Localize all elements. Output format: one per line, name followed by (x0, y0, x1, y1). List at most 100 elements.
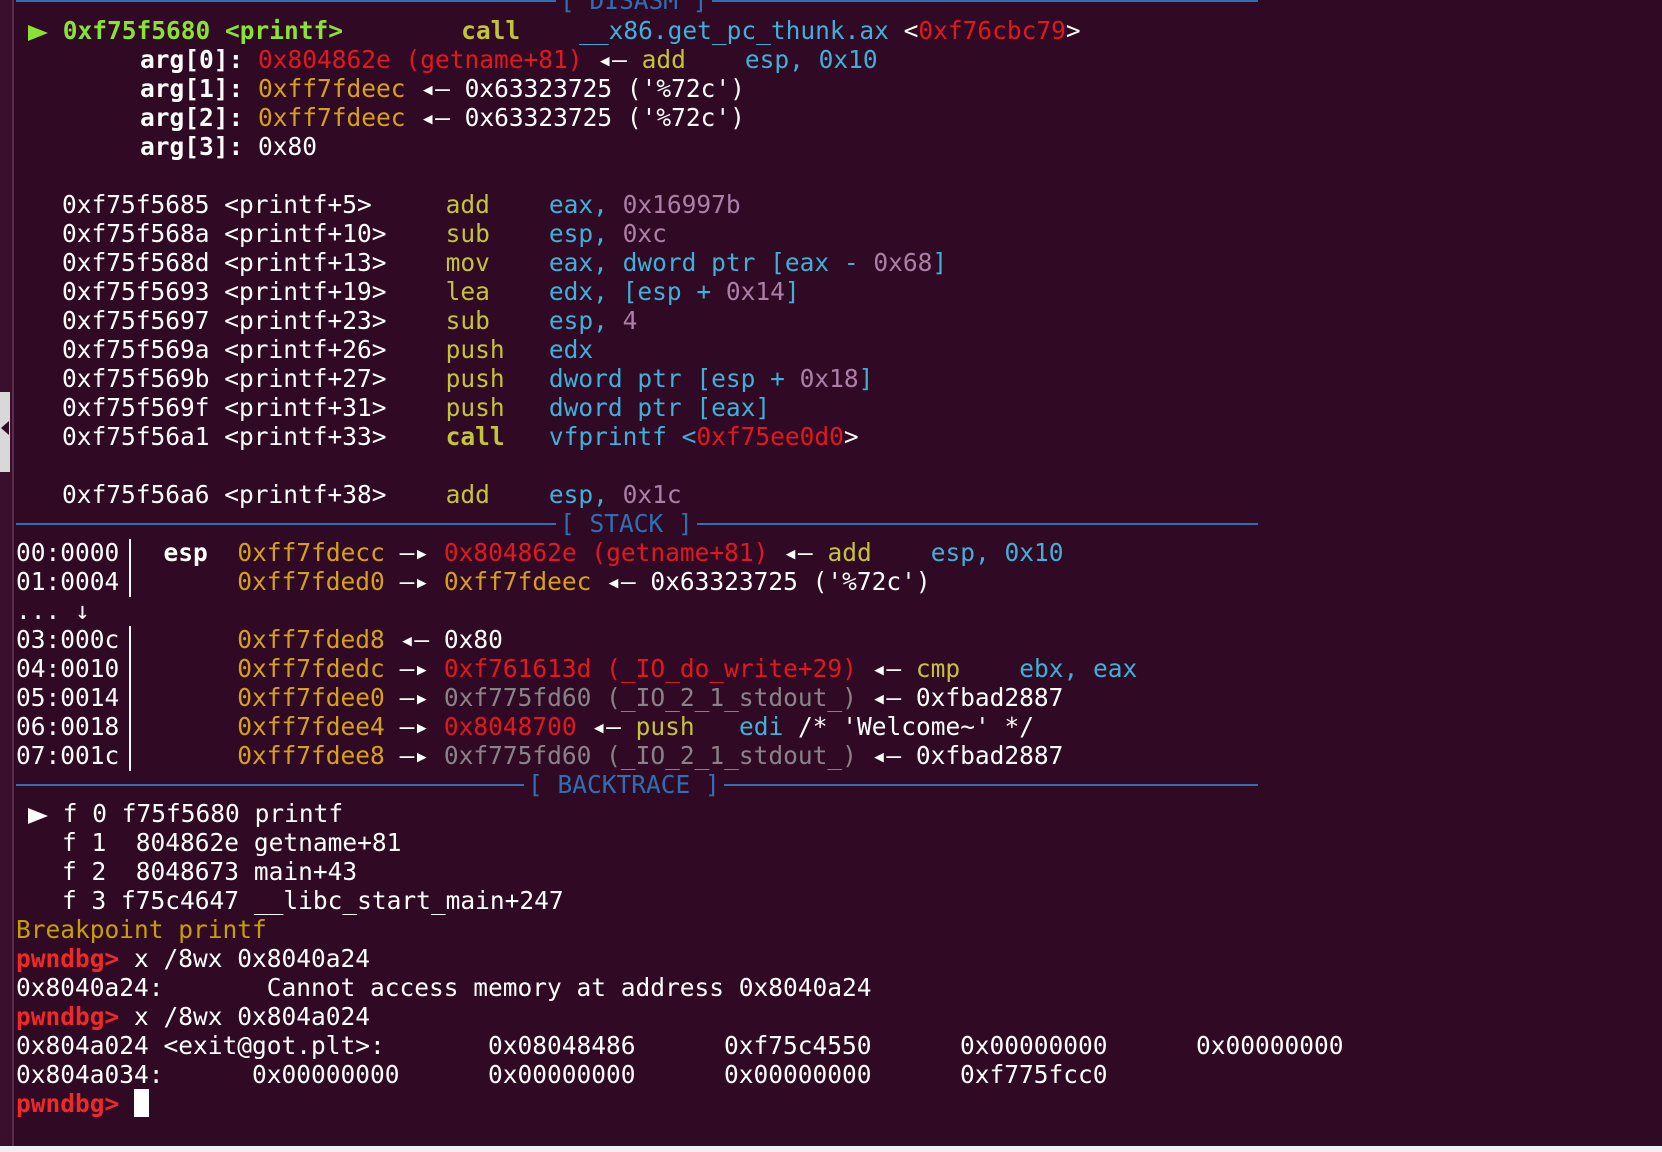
stack-address: 0xff7fdee8 (237, 741, 385, 770)
frame-address: f75f5680 (121, 799, 240, 828)
instr-immediate: 0x68 (873, 248, 933, 277)
instruction-row: 0xf75f5685 <printf+5> add eax, 0x16997b (62, 190, 741, 219)
arg-deref: 0x63323725 ('%72c') (464, 74, 745, 103)
instr-address: 0xf75f568d (62, 248, 210, 277)
arg-row: arg[2]: 0xff7fdeec ◂— 0x63323725 ('%72c'… (140, 103, 745, 132)
stack-skip-row: ... ↓ (16, 596, 90, 625)
backtrace-frame: f 0 f75f5680 printf (28, 799, 343, 828)
output-line: 0x804a034: 0x00000000 0x00000000 0x00000… (16, 1060, 1108, 1089)
stack-address: 0xff7fdedc (237, 654, 385, 683)
instr-immediate: 4 (607, 306, 638, 335)
frame-symbol: printf (254, 799, 344, 828)
text-cursor[interactable] (134, 1089, 150, 1117)
stack-comment: /* 'Welcome~' */ (783, 712, 1034, 741)
instr-address: 0xf75f56a1 (62, 422, 210, 451)
gt: > (1065, 16, 1081, 45)
instr-address: 0xf75f5685 (62, 190, 210, 219)
instr-address: 0xf75f568a (62, 219, 210, 248)
frame-number: f 0 (62, 799, 108, 828)
frame-number: f 3 (62, 886, 107, 915)
instr-opcode: add (445, 480, 490, 509)
instr-symbol: <printf+27> (224, 364, 387, 393)
instruction-row: 0xf75f568d <printf+13> mov eax, dword pt… (62, 248, 947, 277)
right-arrow-icon: —▸ (399, 567, 430, 596)
frame-address: f75c4647 (121, 886, 240, 915)
current-address: 0xf75f5680 (62, 16, 211, 45)
instr-symbol: <printf+31> (224, 393, 387, 422)
backtrace-header: [ BACKTRACE ] (524, 770, 724, 799)
current-opcode: call (461, 16, 521, 45)
frame-address: 8048673 (121, 857, 240, 886)
terminal[interactable]: [ DISASM ] 0xf75f5680 <printf> call __x8… (16, 0, 1656, 1146)
prompt: pwndbg> (16, 1089, 120, 1118)
current-symbol: <printf> (225, 16, 344, 45)
command-line: pwndbg> x /8wx 0x804a024 (16, 1002, 370, 1031)
stack-ellipsis: ... (16, 596, 61, 625)
stack-row: 05:0014 0xff7fdee0 —▸ 0xf775fd60 (_IO_2_… (16, 683, 1063, 712)
stack-opcode: cmp (915, 654, 961, 683)
instruction-row: 0xf75f5693 <printf+19> lea edx, [esp + 0… (62, 277, 800, 306)
left-arrow-icon: ◂— (783, 538, 813, 567)
instruction-row: 0xf75f569a <printf+26> push edx (62, 335, 593, 364)
backtrace-frame: f 2 8048673 main+43 (62, 857, 357, 886)
backtrace-separator: [ BACKTRACE ] (16, 770, 1258, 799)
instr-operand: vfprintf < (548, 422, 697, 451)
stack-deref: 0x80 (443, 625, 503, 654)
instr-opcode: mov (445, 248, 490, 277)
instr-operand-close: ] (932, 248, 948, 277)
left-arrow-icon: ◂— (871, 654, 902, 683)
instr-address: 0xf75f56a6 (62, 480, 210, 509)
instruction-row: 0xf75f56a1 <printf+33> call vfprintf <0x… (62, 422, 859, 451)
stack-row: 00:0000 esp 0xff7fdecc —▸ 0x804862e (get… (16, 538, 1063, 567)
arg-row: arg[3]: 0x80 (140, 132, 317, 161)
left-arrow-icon: ◂— (871, 683, 902, 712)
instr-symbol: <printf+19> (224, 277, 387, 306)
stack-deref: 0xfbad2887 (915, 683, 1064, 712)
arg-name: arg[2]: (140, 103, 244, 132)
stack-index: 06:0018 (16, 712, 120, 741)
instr-operand: esp, (548, 219, 608, 248)
disasm-header: [ DISASM ] (556, 0, 712, 15)
backtrace-frame: f 1 804862e getname+81 (62, 828, 401, 857)
stack-opcode: add (827, 538, 872, 567)
stack-index: 01:0004 (16, 567, 120, 596)
stack-opcode: push (635, 712, 695, 741)
stack-address: 0xff7fded0 (237, 567, 385, 596)
stack-separator: [ STACK ] (16, 509, 1258, 538)
stack-operands: ebx, eax (1019, 654, 1138, 683)
instr-operand: eax, (548, 190, 608, 219)
left-arrow-icon: ◂— (420, 74, 450, 103)
instr-opcode: add (445, 190, 490, 219)
arg-deref: 0x63323725 ('%72c') (464, 103, 745, 132)
stack-register: esp (163, 538, 208, 567)
arg-name: arg[3]: (140, 132, 244, 161)
instr-symbol: <printf+23> (224, 306, 387, 335)
output-line: 0x804a024 <exit@got.plt>: 0x08048486 0xf… (16, 1031, 1344, 1060)
stack-address: 0xff7fdee0 (237, 683, 385, 712)
left-arrow-icon: ◂— (420, 103, 450, 132)
collapse-arrow-icon[interactable] (1, 421, 9, 435)
command-text: x /8wx 0x8040a24 (134, 944, 371, 973)
instr-address: 0xf75f569f (62, 393, 210, 422)
left-arrow-icon: ◂— (399, 625, 430, 654)
frame-address: 804862e (121, 828, 240, 857)
instr-opcode: call (445, 422, 505, 451)
window-left-edge (0, 0, 14, 1152)
stack-value: 0x8048700 (443, 712, 577, 741)
lt: < (903, 16, 919, 45)
instr-operand: edx (548, 335, 594, 364)
stack-row: 06:0018 0xff7fdee4 —▸ 0x8048700 ◂— push … (16, 712, 1034, 741)
stack-index: 04:0010 (16, 654, 120, 683)
arg-value: 0xff7fdeec (258, 103, 406, 132)
instr-address: 0xf75f569a (62, 335, 210, 364)
instr-immediate: 0x18 (799, 364, 859, 393)
instr-immediate: 0x16997b (607, 190, 741, 219)
stack-value: 0xff7fdeec (443, 567, 592, 596)
instr-operand: esp, (548, 480, 608, 509)
instruction-row: 0xf75f569b <printf+27> push dword ptr [e… (62, 364, 873, 393)
right-arrow-icon: —▸ (399, 654, 430, 683)
instr-symbol: <printf+33> (224, 422, 387, 451)
active-prompt[interactable]: pwndbg> (16, 1089, 150, 1118)
stack-deref: 0x63323725 ('%72c') (650, 567, 931, 596)
instr-opcode: push (445, 364, 505, 393)
